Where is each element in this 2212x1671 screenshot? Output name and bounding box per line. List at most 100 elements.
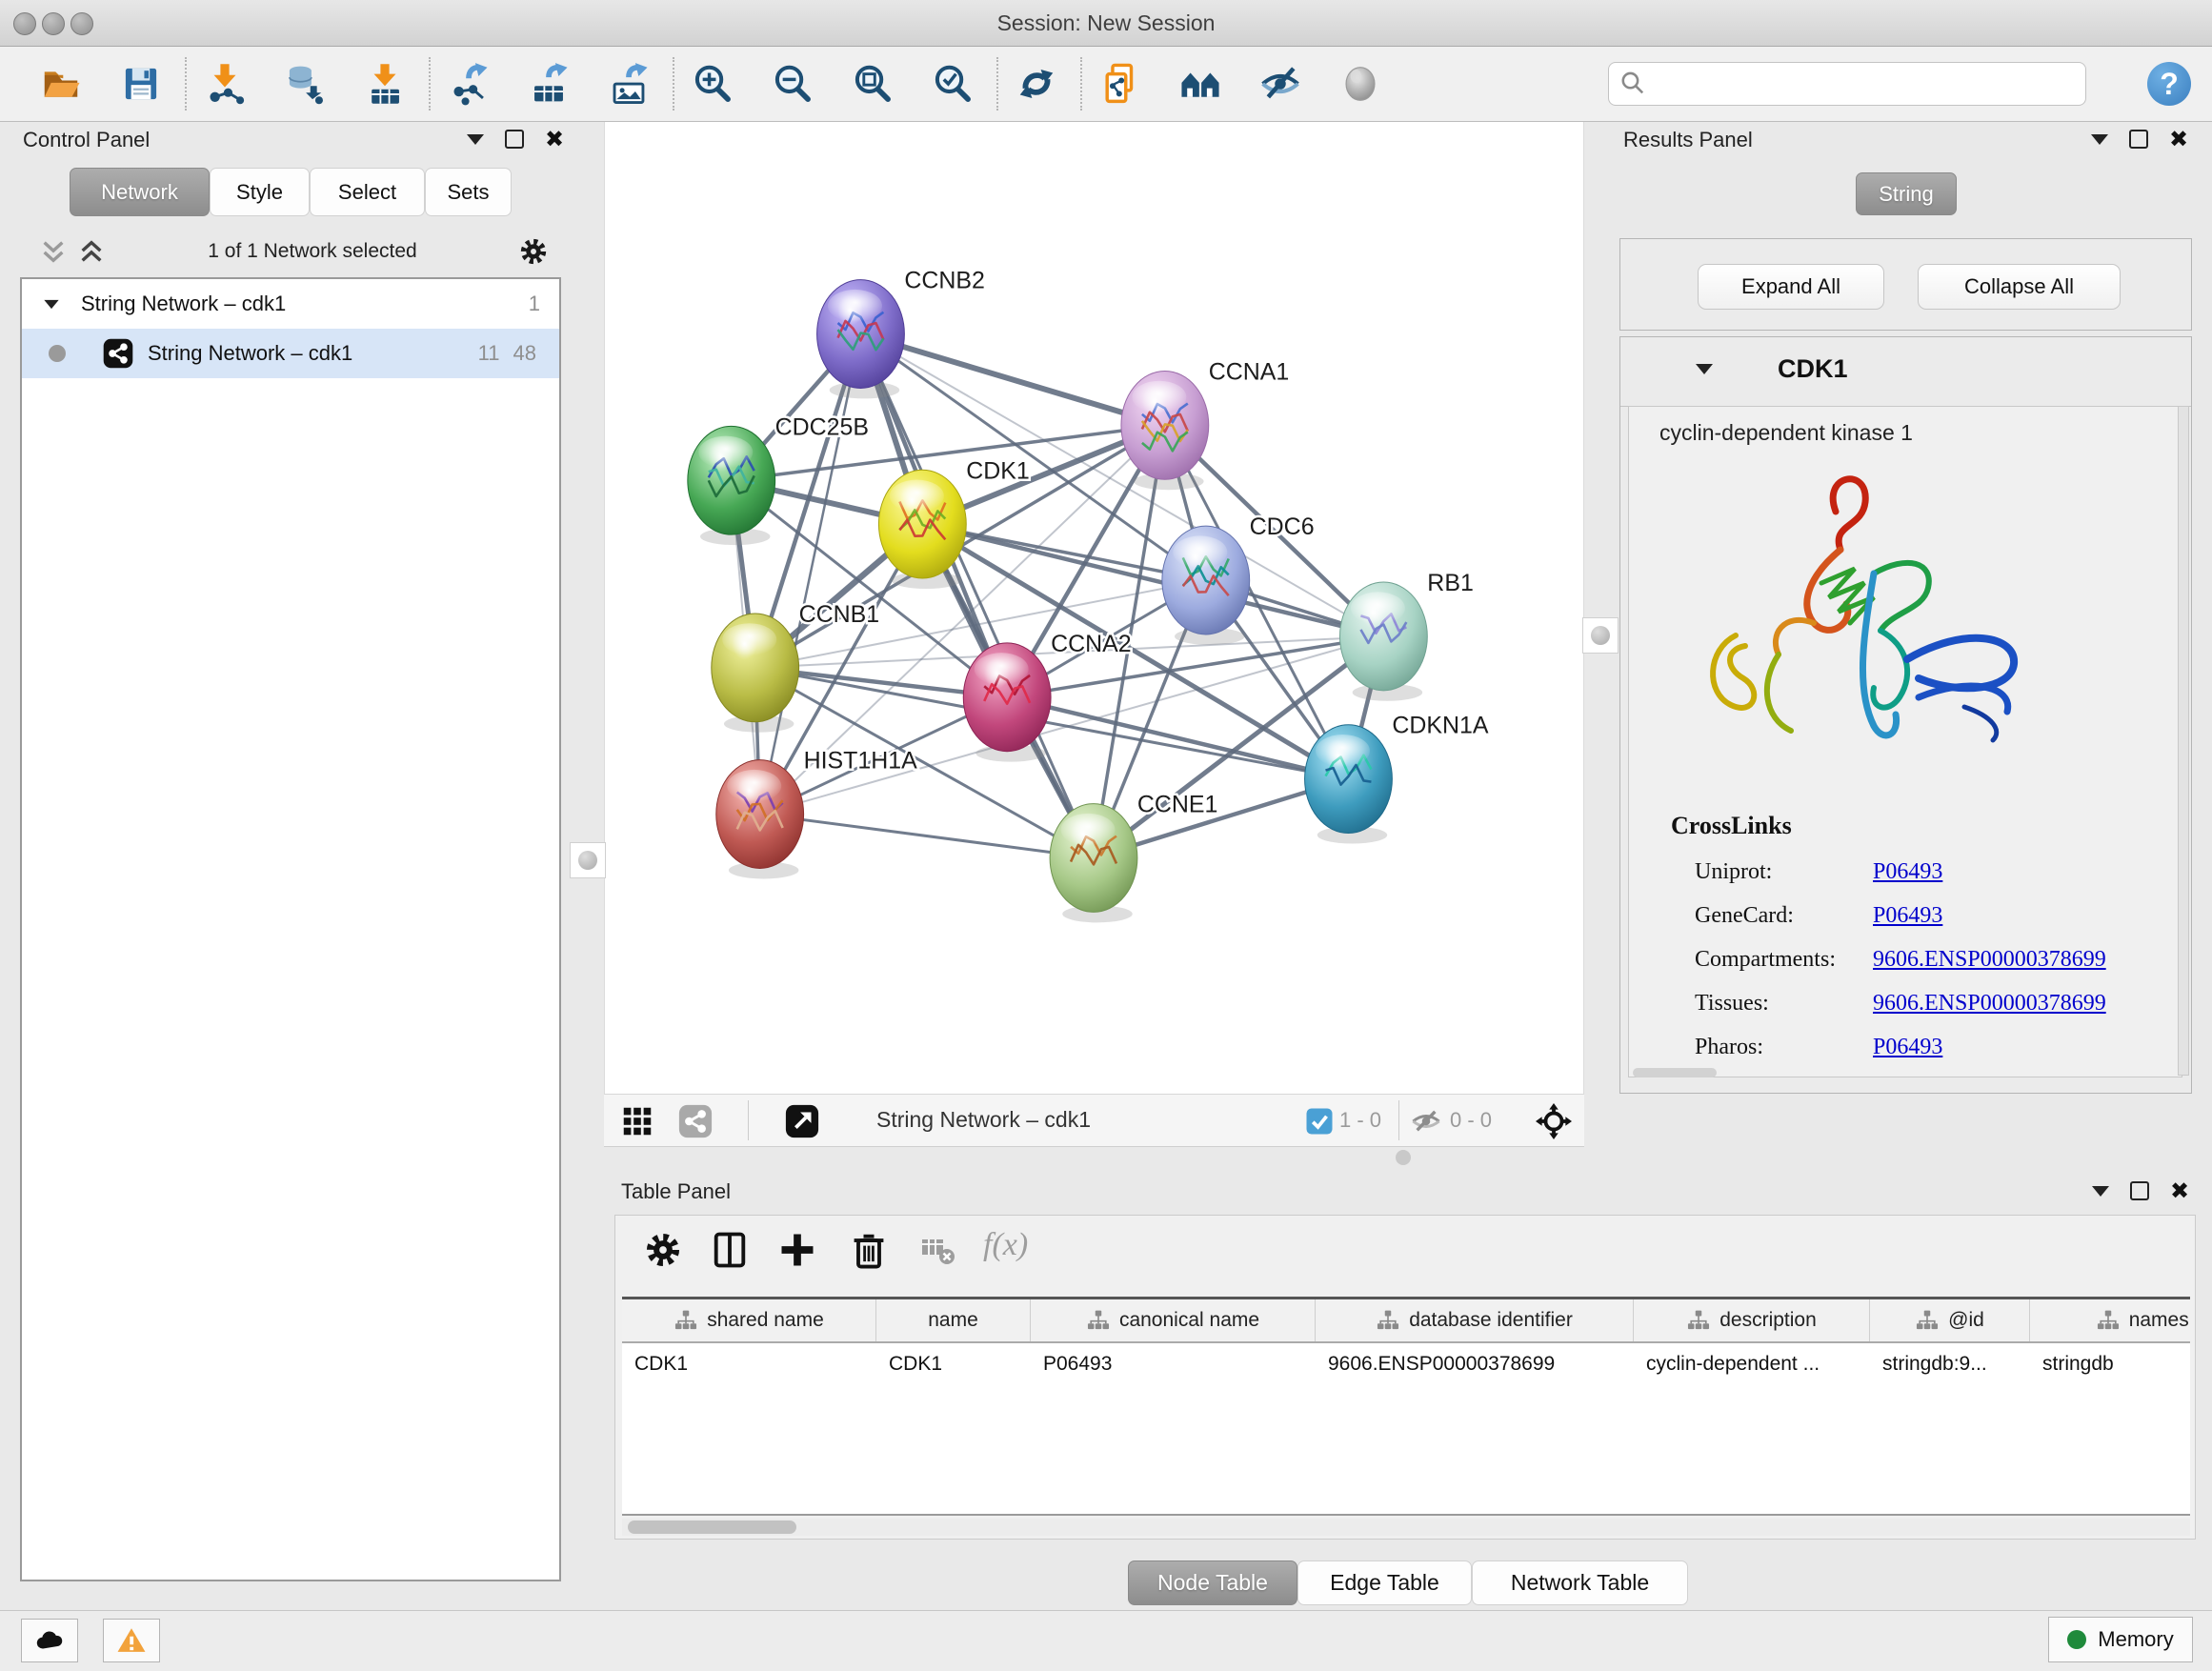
help-button[interactable]: ? (2147, 62, 2191, 106)
toolbar-export-network-button[interactable] (446, 61, 492, 107)
column-header-name[interactable]: name (876, 1299, 1031, 1341)
delete-column-icon[interactable] (848, 1229, 890, 1271)
section-collapse-icon[interactable] (1696, 364, 1713, 374)
tab-network-table[interactable]: Network Table (1472, 1560, 1688, 1605)
tab-select[interactable]: Select (310, 168, 425, 216)
crosslink-value-link[interactable]: 9606.ENSP00000378699 (1873, 947, 2106, 973)
toolbar-import-network-button[interactable] (202, 61, 248, 107)
network-node-RB1[interactable] (1339, 582, 1427, 701)
vertical-scrollbar[interactable] (2178, 406, 2189, 1076)
collapse-all-icon[interactable] (37, 235, 70, 268)
grid-view-icon[interactable] (619, 1103, 655, 1139)
table-cell[interactable]: CDK1 (876, 1343, 1031, 1385)
column-header--id[interactable]: @id (1870, 1299, 2030, 1341)
fit-crosshair-icon[interactable] (1536, 1103, 1572, 1139)
panel-float-icon[interactable] (505, 130, 524, 149)
tab-style[interactable]: Style (210, 168, 310, 216)
toolbar-first-neighbors-button[interactable] (1177, 61, 1223, 107)
horizontal-scroll-thumb[interactable] (1633, 1068, 1717, 1077)
birds-eye-view-icon[interactable] (784, 1103, 820, 1139)
toolbar-show-all-button[interactable] (1337, 61, 1383, 107)
panel-close-icon[interactable]: ✖ (2170, 1182, 2189, 1199)
network-collection-row[interactable]: String Network – cdk1 1 (22, 279, 559, 329)
table-cell[interactable]: CDK1 (622, 1343, 876, 1385)
network-node-CCNA1[interactable] (1121, 371, 1209, 490)
toolbar-zoom-out-button[interactable] (770, 61, 815, 107)
warning-button[interactable] (103, 1619, 160, 1662)
table-cell[interactable]: 9606.ENSP00000378699 (1316, 1343, 1634, 1385)
toolbar-refresh-button[interactable] (1014, 61, 1059, 107)
toolbar-export-table-button[interactable] (526, 61, 572, 107)
network-row[interactable]: String Network – cdk1 11 48 (22, 329, 559, 378)
crosslink-value-link[interactable]: P06493 (1873, 859, 1942, 885)
add-column-icon[interactable] (776, 1229, 818, 1271)
tab-string[interactable]: String (1856, 172, 1957, 215)
table-cell[interactable]: stringdb (2030, 1343, 2190, 1385)
network-node-CDK1[interactable] (878, 470, 966, 589)
toolbar-zoom-fit-button[interactable] (850, 61, 895, 107)
panel-menu-icon[interactable] (2091, 134, 2108, 145)
table-horizontal-scrollbar[interactable] (622, 1519, 2190, 1536)
panel-close-icon[interactable]: ✖ (545, 131, 564, 148)
toolbar-zoom-selected-button[interactable] (930, 61, 975, 107)
selected-checkbox-icon[interactable] (1305, 1107, 1334, 1136)
panel-menu-icon[interactable] (467, 134, 484, 145)
left-splitter-handle[interactable] (570, 842, 606, 878)
table-cell[interactable]: cyclin-dependent ... (1634, 1343, 1870, 1385)
network-node-CDKN1A[interactable] (1305, 725, 1393, 844)
toolbar-hide-selected-button[interactable] (1257, 61, 1303, 107)
warning-icon (115, 1624, 148, 1657)
network-node-CCNB2[interactable] (817, 280, 905, 399)
toolbar-zoom-in-button[interactable] (690, 61, 735, 107)
table-cell[interactable]: stringdb:9... (1870, 1343, 2030, 1385)
expand-all-icon[interactable] (75, 235, 108, 268)
crosslink-value-link[interactable]: P06493 (1873, 903, 1942, 929)
panel-close-icon[interactable]: ✖ (2169, 131, 2188, 148)
column-header-canonical-name[interactable]: canonical name (1031, 1299, 1316, 1341)
tab-node-table[interactable]: Node Table (1128, 1560, 1297, 1605)
panel-float-icon[interactable] (2130, 1181, 2149, 1200)
collection-expand-icon[interactable] (44, 299, 58, 308)
column-header-shared-name[interactable]: shared name (622, 1299, 876, 1341)
memory-button[interactable]: Memory (2048, 1617, 2193, 1662)
network-node-CDC25B[interactable] (688, 426, 775, 545)
share-view-icon[interactable] (677, 1103, 714, 1139)
column-header-database-identifier[interactable]: database identifier (1316, 1299, 1634, 1341)
column-header-namespace[interactable]: namespace (2030, 1299, 2190, 1341)
column-header-description[interactable]: description (1634, 1299, 1870, 1341)
gear-icon[interactable] (517, 235, 550, 268)
toolbar-network-snapshot-button[interactable] (1097, 61, 1143, 107)
toolbar-save-button[interactable] (118, 61, 164, 107)
window-title: Session: New Session (0, 10, 2212, 36)
tab-sets[interactable]: Sets (425, 168, 512, 216)
panel-menu-icon[interactable] (2092, 1186, 2109, 1197)
zoom-fit-icon (851, 62, 895, 106)
tab-edge-table[interactable]: Edge Table (1297, 1560, 1472, 1605)
crosslink-label: GeneCard: (1695, 903, 1794, 929)
table-cell[interactable]: P06493 (1031, 1343, 1316, 1385)
network-node-CCNE1[interactable] (1050, 804, 1137, 923)
network-node-CDC6[interactable] (1162, 526, 1250, 645)
network-canvas[interactable]: CCNB2CCNA1CDC25BCDK1CDC6RB1CCNB1CCNA2CDK… (604, 122, 1584, 1094)
toolbar-export-image-button[interactable] (606, 61, 652, 107)
toolbar-import-database-button[interactable] (282, 61, 328, 107)
collapse-all-button[interactable]: Collapse All (1918, 264, 2121, 310)
cloud-button[interactable] (21, 1619, 78, 1662)
toolbar-import-table-button[interactable] (362, 61, 408, 107)
table-gear-icon[interactable] (642, 1229, 684, 1271)
network-node-CCNB1[interactable] (712, 614, 799, 733)
search-input[interactable] (1649, 71, 2085, 96)
crosslink-value-link[interactable]: P06493 (1873, 1035, 1942, 1060)
select-columns-icon[interactable] (709, 1229, 751, 1271)
network-node-HIST1H1A[interactable] (716, 760, 804, 879)
network-view-toolbar: String Network – cdk1 1 - 0 0 - 0 (604, 1094, 1584, 1147)
toolbar-open-folder-button[interactable] (38, 61, 84, 107)
expand-all-button[interactable]: Expand All (1698, 264, 1884, 310)
scroll-thumb[interactable] (628, 1520, 796, 1534)
tab-network[interactable]: Network (70, 168, 210, 216)
bottom-splitter-handle[interactable] (1396, 1150, 1411, 1165)
crosslink-value-link[interactable]: 9606.ENSP00000378699 (1873, 991, 2106, 1017)
panel-float-icon[interactable] (2129, 130, 2148, 149)
table-row[interactable]: CDK1CDK1P064939606.ENSP00000378699cyclin… (622, 1343, 2190, 1385)
result-section-header[interactable]: CDK1 (1620, 337, 2191, 407)
